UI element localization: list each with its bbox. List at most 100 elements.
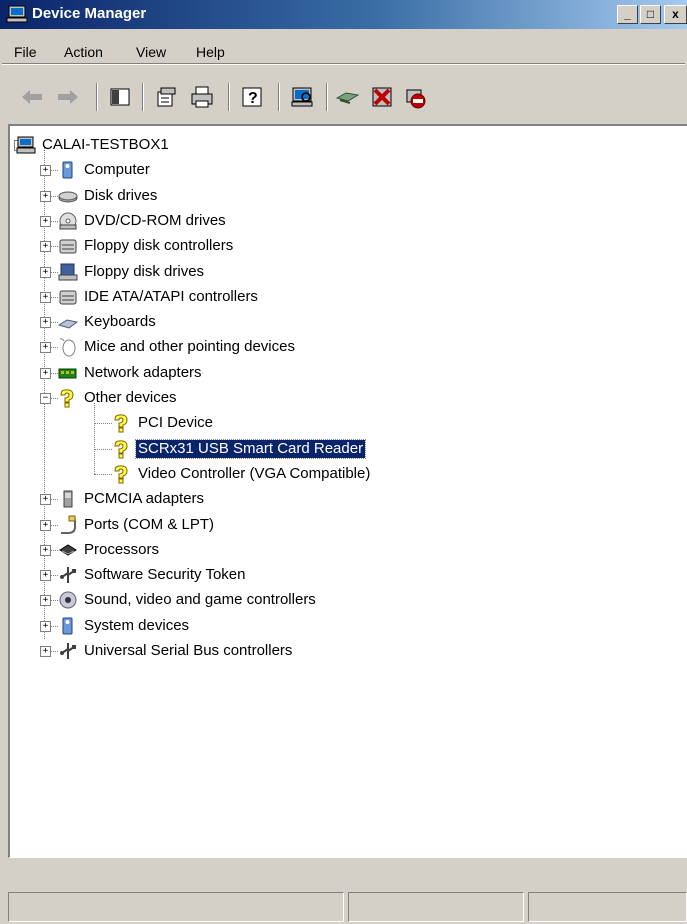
tree-category[interactable]: + Ports (COM & LPT) bbox=[10, 513, 680, 537]
menu-view[interactable]: View bbox=[136, 44, 166, 60]
back-icon[interactable] bbox=[18, 84, 46, 110]
expand-toggle[interactable]: + bbox=[40, 595, 51, 607]
unknown-device-icon bbox=[114, 465, 128, 484]
uninstall-icon[interactable] bbox=[368, 84, 396, 110]
device-label: Other devices bbox=[84, 389, 177, 406]
device-manager-icon bbox=[6, 5, 28, 23]
device-tree[interactable]: −CALAI-TESTBOX1+Computer+Disk drives+DVD… bbox=[8, 124, 687, 858]
forward-icon[interactable] bbox=[54, 84, 82, 110]
device-label: Disk drives bbox=[84, 186, 158, 204]
tree-device[interactable]: Video Controller (VGA Compatible) bbox=[10, 462, 680, 486]
device-label: SCRx31 USB Smart Card Reader bbox=[134, 438, 367, 459]
tree-category[interactable]: + System devices bbox=[10, 614, 680, 638]
expand-toggle[interactable]: + bbox=[40, 494, 51, 506]
unknown-device-icon bbox=[114, 414, 128, 433]
ide-controller-icon bbox=[59, 290, 77, 305]
tree-category[interactable]: + Sound, video and game controllers bbox=[10, 588, 680, 612]
close-button[interactable]: x bbox=[664, 5, 687, 24]
title-bar[interactable]: Device Manager _ □ x bbox=[0, 0, 687, 29]
expand-toggle[interactable]: + bbox=[40, 519, 51, 531]
device-label: PCI Device bbox=[138, 414, 214, 432]
device-label: System devices bbox=[84, 616, 190, 634]
keyboard-icon bbox=[58, 319, 78, 329]
expand-toggle[interactable]: + bbox=[40, 317, 51, 329]
toolbar-separator bbox=[228, 83, 230, 111]
tree-connector bbox=[51, 271, 58, 273]
device-label: IDE ATA/ATAPI controllers bbox=[84, 287, 258, 305]
tree-root[interactable]: −CALAI-TESTBOX1 bbox=[10, 133, 680, 157]
tree-category[interactable]: + Floppy disk controllers bbox=[10, 234, 680, 258]
port-icon bbox=[61, 515, 76, 534]
device-label: CALAI-TESTBOX1 bbox=[42, 136, 169, 153]
tree-device[interactable]: PCI Device bbox=[10, 411, 680, 435]
tree-category[interactable]: + Network adapters bbox=[10, 361, 680, 385]
svg-text:?: ? bbox=[248, 90, 258, 107]
tree-category[interactable]: + Disk drives bbox=[10, 184, 680, 208]
tree-connector bbox=[51, 398, 58, 399]
tree-category[interactable]: + Keyboards bbox=[10, 310, 680, 334]
collapse-toggle[interactable]: − bbox=[40, 393, 51, 404]
device-label: Mice and other pointing devices bbox=[84, 338, 295, 356]
expand-toggle[interactable]: + bbox=[40, 646, 51, 657]
floppy-controller-icon bbox=[59, 239, 77, 254]
expand-toggle[interactable]: + bbox=[40, 342, 51, 354]
tree-category[interactable]: + Computer bbox=[10, 158, 680, 182]
expand-toggle[interactable]: + bbox=[40, 544, 51, 556]
disk-drive-icon bbox=[58, 191, 78, 203]
disable-icon[interactable] bbox=[402, 84, 430, 110]
unknown-device-icon bbox=[60, 389, 74, 408]
expand-toggle[interactable]: + bbox=[40, 241, 51, 253]
tree-connector bbox=[94, 448, 112, 450]
tree-device[interactable]: SCRx31 USB Smart Card Reader bbox=[10, 437, 680, 461]
tree-category[interactable]: − Other devices bbox=[10, 386, 680, 410]
sound-icon bbox=[59, 591, 77, 609]
expand-toggle[interactable]: + bbox=[40, 215, 51, 227]
print-icon[interactable] bbox=[188, 84, 216, 110]
expand-toggle[interactable]: + bbox=[40, 266, 51, 278]
pcmcia-icon bbox=[63, 490, 73, 508]
tree-connector bbox=[51, 625, 58, 627]
update-driver-icon[interactable] bbox=[334, 84, 362, 110]
tree-category[interactable]: + Software Security Token bbox=[10, 563, 680, 587]
mouse-icon bbox=[59, 338, 76, 357]
tree-category[interactable]: + IDE ATA/ATAPI controllers bbox=[10, 285, 680, 309]
scan-hardware-icon[interactable] bbox=[288, 84, 316, 110]
tree-connector bbox=[51, 524, 58, 526]
minimize-button[interactable]: _ bbox=[617, 5, 638, 24]
expand-toggle[interactable]: + bbox=[40, 570, 51, 582]
status-panel-main bbox=[8, 892, 344, 922]
expand-toggle[interactable]: + bbox=[40, 190, 51, 202]
tree-category[interactable]: + Universal Serial Bus controllers bbox=[10, 639, 680, 663]
expand-toggle[interactable]: + bbox=[40, 620, 51, 632]
show-hide-tree-icon[interactable] bbox=[106, 84, 134, 110]
tree-connector bbox=[51, 372, 58, 374]
tree-category[interactable]: + Floppy disk drives bbox=[10, 260, 680, 284]
menu-action[interactable]: Action bbox=[64, 44, 103, 60]
status-panel-2 bbox=[348, 892, 524, 922]
usb-icon bbox=[60, 643, 76, 659]
device-label: DVD/CD-ROM drives bbox=[84, 211, 226, 229]
usb-icon bbox=[60, 567, 76, 584]
tree-connector bbox=[51, 600, 58, 602]
expand-toggle[interactable]: + bbox=[40, 367, 51, 379]
computer-icon bbox=[62, 161, 73, 179]
expand-toggle[interactable]: + bbox=[40, 165, 51, 177]
toolbar-separator bbox=[142, 83, 144, 111]
tree-connector bbox=[94, 423, 112, 425]
tree-connector bbox=[51, 220, 58, 222]
help-icon[interactable]: ? bbox=[238, 84, 266, 110]
maximize-button[interactable]: □ bbox=[640, 5, 661, 24]
tree-connector bbox=[51, 499, 58, 501]
menu-help[interactable]: Help bbox=[196, 44, 225, 60]
menu-file[interactable]: File bbox=[14, 44, 37, 60]
expand-toggle[interactable]: + bbox=[40, 291, 51, 303]
root-computer-icon bbox=[16, 136, 36, 154]
system-device-icon bbox=[62, 617, 73, 635]
tree-connector bbox=[51, 195, 58, 197]
tree-category[interactable]: + Mice and other pointing devices bbox=[10, 335, 680, 359]
tree-category[interactable]: + Processors bbox=[10, 538, 680, 562]
tree-category[interactable]: + DVD/CD-ROM drives bbox=[10, 209, 680, 233]
properties-icon[interactable] bbox=[152, 84, 180, 110]
tree-connector bbox=[51, 347, 58, 349]
tree-category[interactable]: + PCMCIA adapters bbox=[10, 487, 680, 511]
